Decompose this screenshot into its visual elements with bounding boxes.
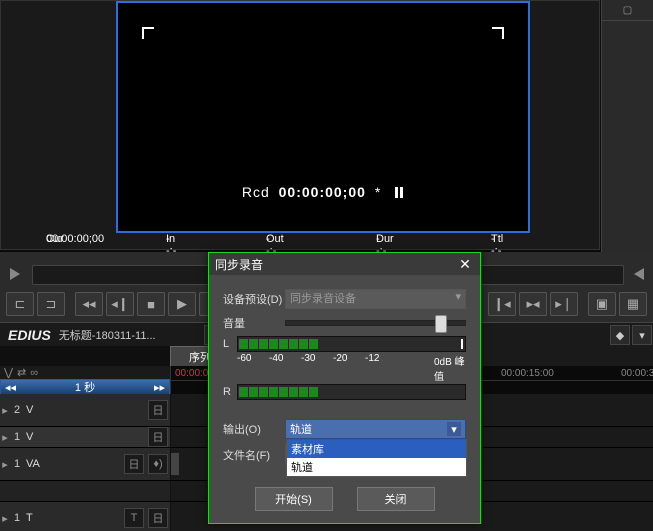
db-tick: -20 [333, 353, 365, 383]
insert-button[interactable]: ▦ [619, 292, 647, 316]
track-num: 1 [10, 431, 24, 443]
track-header[interactable]: ▸ 1 VA 日 ♦) [0, 448, 171, 480]
output-dropdown: 素材库 轨道 [286, 439, 467, 477]
db-tick: -40 [269, 353, 301, 383]
timeline-scale[interactable]: ◂◂ 1 秒 ▸▸ [0, 379, 170, 395]
safe-area-corner [142, 27, 154, 39]
channel-label: R [223, 386, 237, 398]
track-header[interactable]: ▸ 1 V 日 [0, 427, 171, 447]
track-toggle-v[interactable]: ⋁ [4, 366, 13, 379]
track-name: V [24, 404, 146, 416]
expand-icon[interactable]: ▸ [0, 404, 10, 417]
meter-bar-right [237, 384, 466, 400]
transport-buttons-right: ❙◂ ▸◂ ▸❘ ▣ ▦ [488, 292, 647, 316]
db-tick: -30 [301, 353, 333, 383]
preview-video: Rcd 00:00:00;00 * [116, 1, 530, 233]
device-value: 同步录音设备 [290, 293, 356, 305]
track-num: 1 [10, 458, 24, 470]
output-label: 输出(O) [223, 421, 285, 437]
audio-toggle-icon[interactable]: ♦) [148, 454, 168, 474]
db-tick: -12 [365, 353, 397, 383]
channel-label: L [223, 338, 237, 350]
tool-button[interactable]: ▾ [632, 325, 652, 345]
record-timecode: Rcd 00:00:00;00 * [118, 184, 528, 201]
play-button[interactable]: ▶ [168, 292, 196, 316]
track-header[interactable]: ▸ 2 V 日 [0, 394, 171, 426]
link-icon[interactable]: ⇄ [17, 366, 26, 379]
track-name: V [24, 431, 146, 443]
device-select[interactable]: 同步录音设备 ▾ [285, 289, 466, 309]
stop-button[interactable]: ■ [137, 292, 165, 316]
chevron-down-icon: ▾ [455, 290, 461, 303]
overwrite-button[interactable]: ▣ [588, 292, 616, 316]
mark-in-icon[interactable] [10, 268, 26, 282]
prev-edit-button[interactable]: ❙◂ [488, 292, 516, 316]
db-tick: -60 [237, 353, 269, 383]
meter-left: L [223, 337, 466, 351]
dropdown-option[interactable]: 轨道 [287, 458, 466, 476]
right-cell[interactable]: ▢ [602, 0, 653, 21]
dialog-titlebar[interactable]: 同步录音 ✕ [209, 253, 480, 275]
filename-label: 文件名(F) [223, 447, 285, 463]
track-num: 1 [10, 512, 24, 524]
track-name: T [24, 512, 122, 524]
video-toggle-icon[interactable]: 日 [148, 427, 168, 447]
pause-icon [394, 185, 404, 201]
slider-thumb[interactable] [435, 315, 447, 333]
expand-icon[interactable]: ▸ [0, 512, 10, 525]
dialog-title: 同步录音 [215, 256, 263, 273]
track-name: VA [24, 458, 122, 470]
track-num: 2 [10, 404, 24, 416]
rcd-asterisk: * [375, 184, 381, 200]
dropdown-option[interactable]: 素材库 [287, 440, 466, 458]
mark-out-icon[interactable] [630, 268, 646, 282]
marker-button[interactable]: ◆ [610, 325, 630, 345]
project-title: 无标题-180311-11... [59, 327, 203, 343]
volume-label: 音量 [223, 315, 285, 331]
output-value: 轨道 [290, 421, 312, 437]
rcd-time: 00:00:00;00 [279, 184, 366, 200]
start-button[interactable]: 开始(S) [255, 487, 333, 511]
meter-bar-left [237, 336, 466, 352]
close-button[interactable]: 关闭 [357, 487, 435, 511]
step-back-button[interactable]: ◂❙ [106, 292, 134, 316]
video-toggle-icon[interactable]: 日 [124, 454, 144, 474]
video-toggle-icon[interactable]: 日 [148, 508, 168, 528]
set-in-button[interactable]: ⊏ [6, 292, 34, 316]
scale-right-icon[interactable]: ▸▸ [154, 381, 165, 394]
safe-area-corner [492, 27, 504, 39]
voiceover-dialog: 同步录音 ✕ 设备预设(D) 同步录音设备 ▾ 音量 L -60 -40 -30… [208, 252, 481, 524]
video-toggle-icon[interactable]: 日 [148, 400, 168, 420]
rcd-label: Rcd [242, 184, 270, 200]
peak-marker [461, 339, 463, 349]
db-end-label: 0dB 峰值 [434, 353, 466, 383]
chevron-down-icon: ▾ [447, 422, 461, 436]
rewind-button[interactable]: ◂◂ [75, 292, 103, 316]
set-out-button[interactable]: ⊐ [37, 292, 65, 316]
volume-slider[interactable] [285, 320, 466, 326]
app-brand: EDIUS [0, 327, 59, 343]
scale-left-icon[interactable]: ◂◂ [5, 381, 16, 394]
expand-icon[interactable]: ▸ [0, 431, 10, 444]
track-header[interactable]: ▸ 1 T T 日 [0, 502, 171, 531]
expand-icon[interactable]: ▸ [0, 458, 10, 471]
device-label: 设备预设(D) [223, 291, 285, 307]
preview-panel: Rcd 00:00:00;00 * Cur 00:00:00;00 In --:… [0, 0, 600, 250]
timecode-row: Cur 00:00:00;00 In --:--:--;-- Out --:--… [1, 233, 599, 249]
meter-right: R [223, 385, 466, 399]
goto-in-button[interactable]: ▸◂ [519, 292, 547, 316]
cur-time: 00:00:00;00 [46, 233, 104, 245]
infinity-icon[interactable]: ∞ [30, 367, 38, 379]
ruler-tick: 00:00:15:00 [501, 368, 554, 379]
ruler-tick: 00:00:30 [621, 368, 653, 379]
goto-out-button[interactable]: ▸❘ [550, 292, 578, 316]
title-toggle-icon[interactable]: T [124, 508, 144, 528]
output-select[interactable]: 轨道 ▾ 素材库 轨道 [285, 419, 466, 439]
close-icon[interactable]: ✕ [456, 255, 474, 273]
db-scale: -60 -40 -30 -20 -12 0dB 峰值 [223, 353, 466, 383]
clip-stub[interactable] [171, 453, 179, 475]
scale-value: 1 秒 [75, 379, 95, 395]
